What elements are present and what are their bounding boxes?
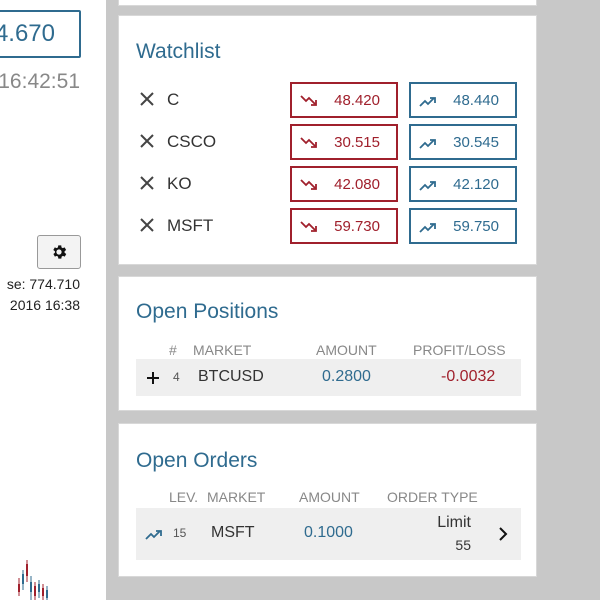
close-icon[interactable] [138, 216, 156, 234]
order-type-value: 55 [455, 537, 471, 553]
watchlist-row: C 48.420 48.440 [136, 82, 521, 118]
col-amount-header: AMOUNT [299, 489, 360, 505]
position-amount: 0.2800 [322, 368, 371, 385]
watchlist-row: CSCO 30.515 30.545 [136, 124, 521, 160]
col-order-type-header: ORDER TYPE [387, 489, 478, 505]
trending-up-icon [419, 223, 436, 233]
order-market: MSFT [211, 524, 255, 541]
open-positions-card: Open Positions # MARKET AMOUNT PROFIT/LO… [118, 276, 537, 411]
order-amount: 0.1000 [304, 524, 353, 541]
buy-price-button[interactable]: 42.120 [409, 166, 517, 202]
trending-up-icon [419, 181, 436, 191]
open-orders-title: Open Orders [136, 449, 258, 472]
trending-down-icon [300, 179, 317, 190]
col-num-header: # [169, 342, 177, 358]
open-orders-card: Open Orders LEV. MARKET AMOUNT ORDER TYP… [118, 423, 537, 577]
buy-price: 48.440 [453, 92, 499, 109]
sell-price: 48.420 [334, 92, 380, 109]
buy-price-button[interactable]: 30.545 [409, 124, 517, 160]
sell-price-button[interactable]: 42.080 [290, 166, 398, 202]
sell-price: 42.080 [334, 176, 380, 193]
trending-up-icon [419, 139, 436, 149]
watchlist-symbol: CSCO [167, 132, 217, 151]
position-pl: -0.0032 [441, 368, 496, 385]
trending-up-icon [419, 97, 436, 107]
position-market: BTCUSD [198, 368, 264, 385]
expand-plus-icon[interactable] [146, 371, 160, 385]
position-num: 4 [173, 370, 180, 384]
watchlist-symbol: C [167, 90, 180, 109]
open-positions-title: Open Positions [136, 300, 279, 323]
watchlist-row: MSFT 59.730 59.750 [136, 208, 521, 244]
trending-down-icon [300, 137, 317, 148]
chevron-right-icon[interactable] [498, 527, 508, 541]
buy-price-button[interactable]: 59.750 [409, 208, 517, 244]
watchlist-card: Watchlist C 48.420 48.440 CSCO 30.515 30.545 K… [118, 15, 537, 265]
buy-price: 42.120 [453, 176, 499, 193]
close-value: se: 774.710 [6, 276, 80, 292]
sell-price: 59.730 [334, 218, 380, 235]
col-lev-header: LEV. [169, 489, 199, 505]
table-row[interactable]: 4 BTCUSD 0.2800 -0.0032 [136, 359, 521, 396]
candlestick-chart [18, 560, 48, 600]
sell-price: 30.515 [334, 134, 380, 151]
sell-price-button[interactable]: 59.730 [290, 208, 398, 244]
col-amount-header: AMOUNT [316, 342, 377, 358]
buy-price: 59.750 [453, 218, 499, 235]
order-type: Limit [437, 514, 471, 531]
trending-up-icon [145, 530, 162, 540]
top-card [118, 0, 537, 6]
watchlist-symbol: MSFT [167, 216, 214, 235]
clock: 16:42:51 [0, 70, 80, 93]
close-icon[interactable] [138, 90, 156, 108]
sell-price-button[interactable]: 48.420 [290, 82, 398, 118]
table-row[interactable]: 15 MSFT 0.1000 Limit 55 [136, 508, 521, 560]
current-price: 4.670 [0, 10, 81, 58]
watchlist-symbol: KO [167, 174, 192, 193]
col-market-header: MARKET [207, 489, 266, 505]
buy-price-button[interactable]: 48.440 [409, 82, 517, 118]
order-lev: 15 [173, 526, 187, 540]
trending-down-icon [300, 95, 317, 106]
trending-down-icon [300, 221, 317, 232]
chart-panel: 4.670 16:42:51 se: 774.710 2016 16:38 [0, 0, 106, 600]
settings-button[interactable] [37, 235, 81, 269]
close-icon[interactable] [138, 174, 156, 192]
gear-icon [53, 245, 67, 259]
watchlist-row: KO 42.080 42.120 [136, 166, 521, 202]
watchlist-title: Watchlist [136, 40, 221, 63]
close-icon[interactable] [138, 132, 156, 150]
close-time: 2016 16:38 [9, 297, 80, 313]
col-pl-header: PROFIT/LOSS [413, 342, 506, 358]
buy-price: 30.545 [453, 134, 499, 151]
sell-price-button[interactable]: 30.515 [290, 124, 398, 160]
col-market-header: MARKET [193, 342, 252, 358]
